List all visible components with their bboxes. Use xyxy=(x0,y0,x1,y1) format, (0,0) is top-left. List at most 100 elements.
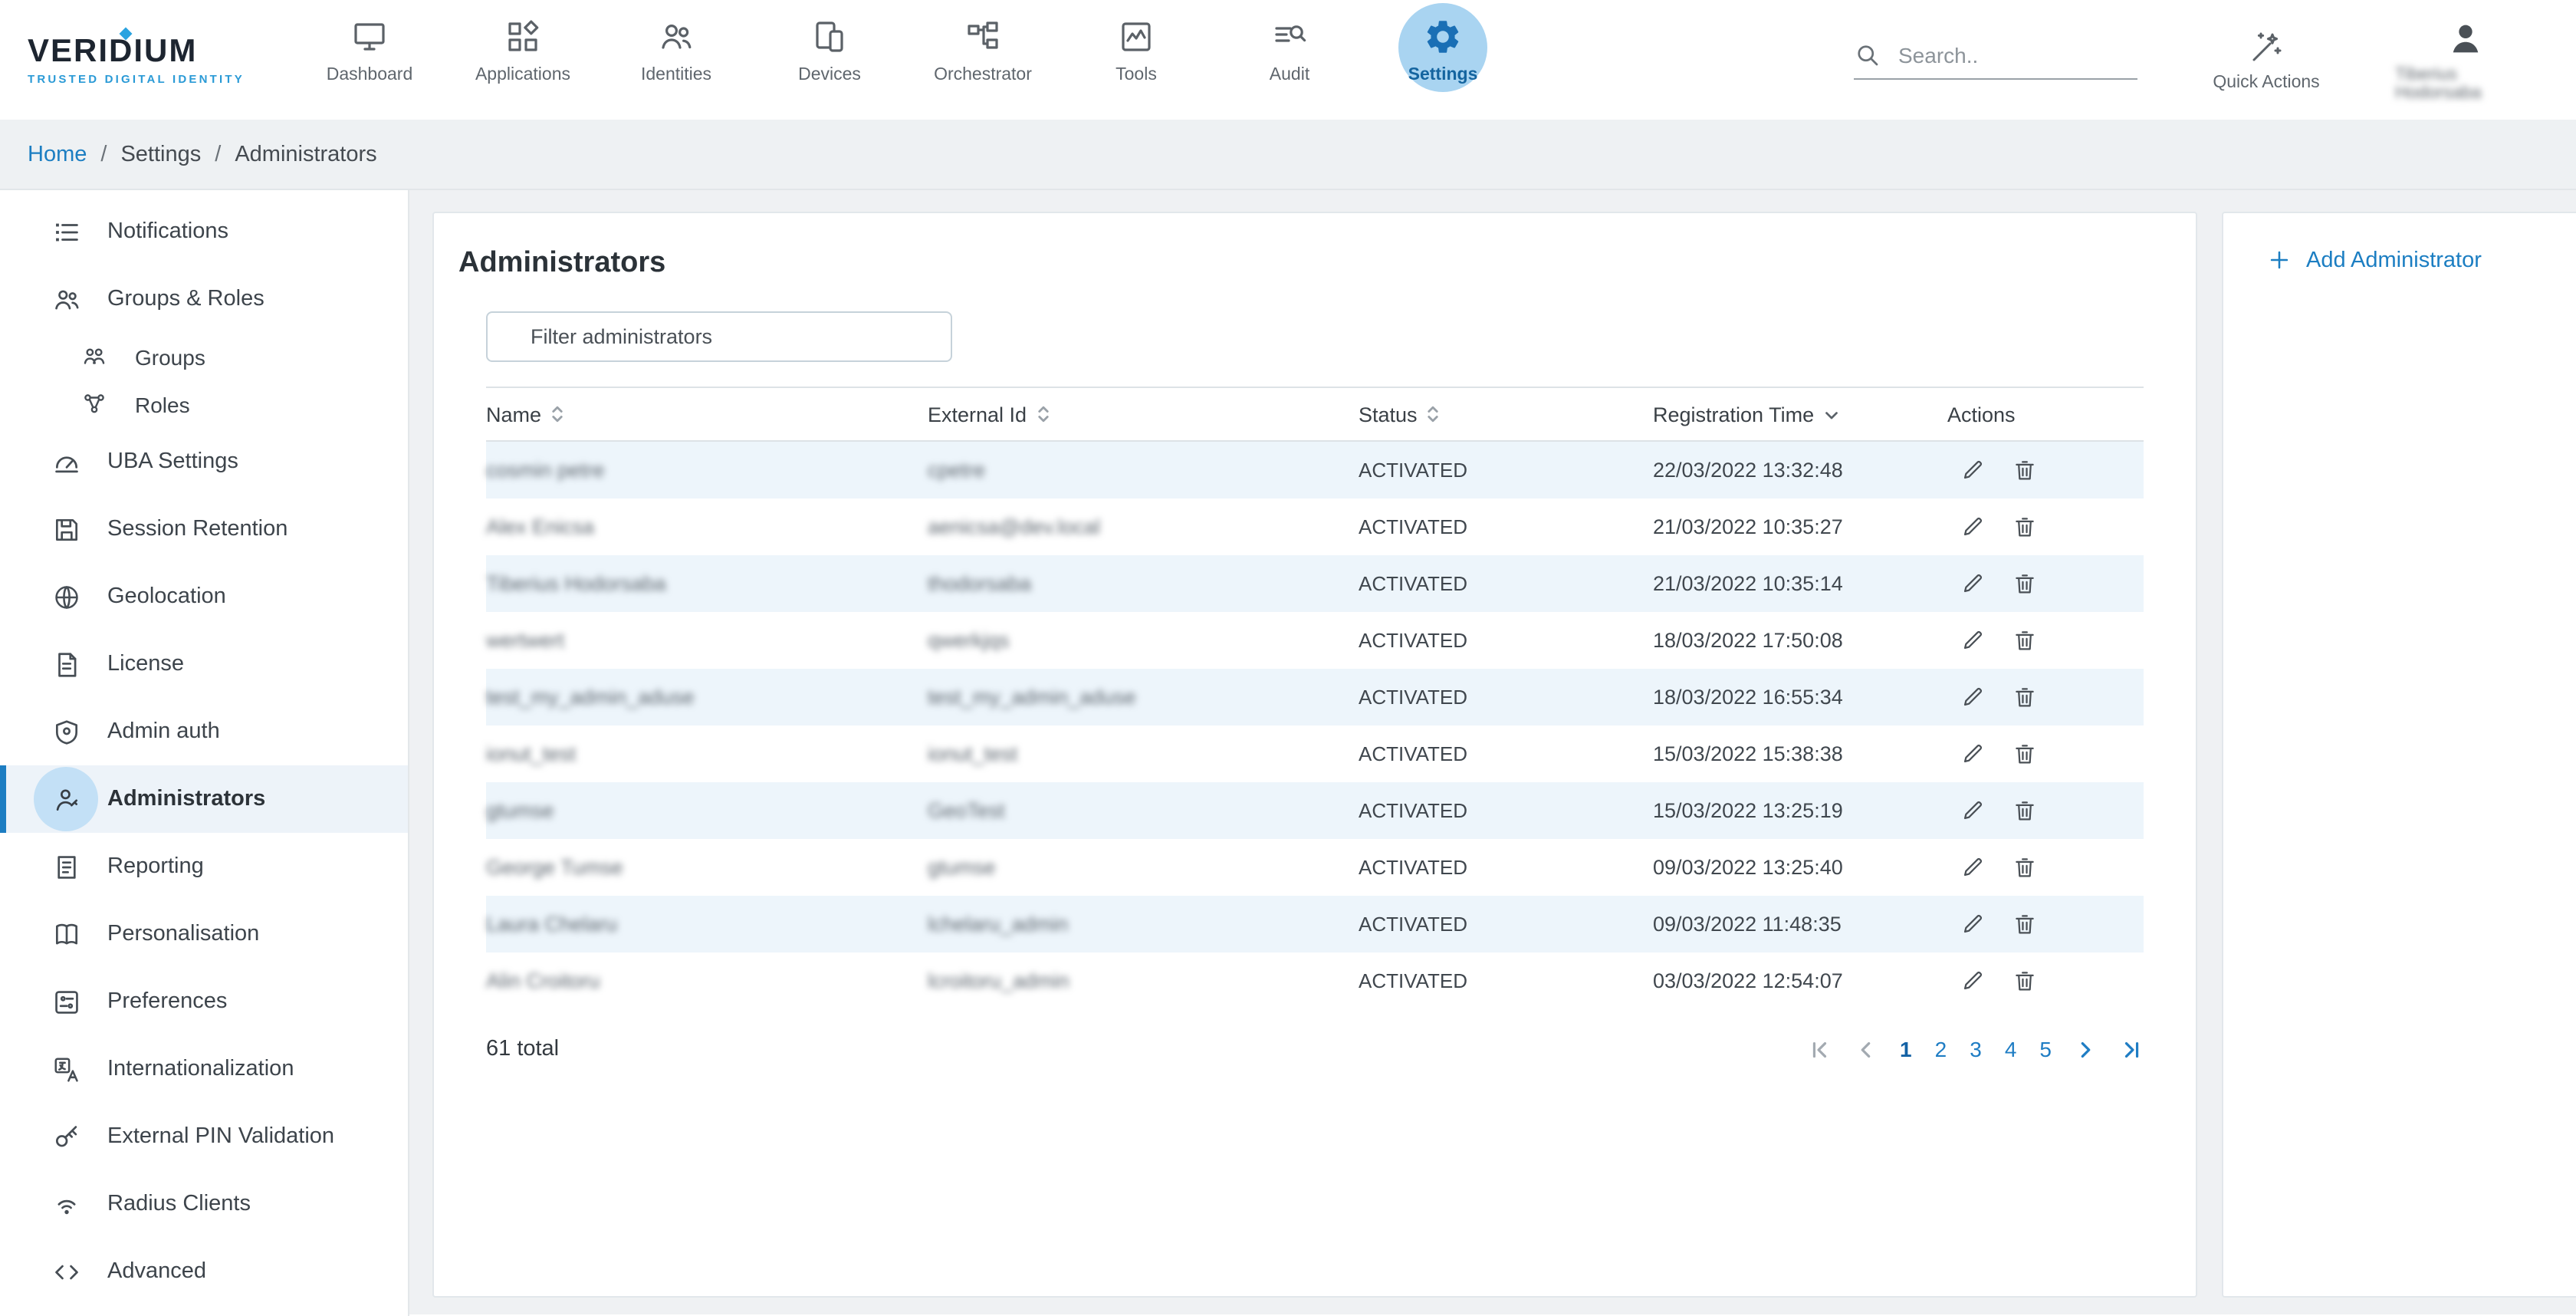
breadcrumb-separator: / xyxy=(100,142,107,166)
nav-item-applications[interactable]: Applications xyxy=(446,2,600,117)
table-row[interactable]: gtumse GeoTest ACTIVATED 15/03/2022 13:2… xyxy=(486,782,2144,839)
sidebar-item-license[interactable]: License xyxy=(0,630,408,698)
search-input[interactable] xyxy=(1895,41,2116,68)
sidebar-item-advanced[interactable]: Advanced xyxy=(0,1238,408,1305)
sidebar-label: Personalisation xyxy=(107,922,259,946)
external-pin-validation-icon xyxy=(49,1120,83,1153)
sidebar-item-internationalization[interactable]: Internationalization xyxy=(0,1035,408,1103)
table-row[interactable]: George Tumse gtumse ACTIVATED 09/03/2022… xyxy=(486,839,2144,896)
edit-button[interactable] xyxy=(1957,568,1987,599)
edit-button[interactable] xyxy=(1957,512,1987,542)
edit-button[interactable] xyxy=(1957,739,1987,769)
column-label: External Id xyxy=(928,403,1027,426)
table-row[interactable]: test_my_admin_aduse test_my_admin_aduse … xyxy=(486,669,2144,725)
delete-button[interactable] xyxy=(2009,852,2039,883)
veridium-logo: VERIDIUM TRUSTED DIGITAL IDENTITY xyxy=(28,34,258,86)
edit-button[interactable] xyxy=(1957,682,1987,712)
search[interactable] xyxy=(1854,41,2137,79)
cell-external-id: test_my_admin_aduse xyxy=(928,686,1359,709)
edit-button[interactable] xyxy=(1957,455,1987,485)
sidebar-item-preferences[interactable]: Preferences xyxy=(0,968,408,1035)
delete-button[interactable] xyxy=(2009,909,2039,939)
nav-item-audit[interactable]: Audit xyxy=(1213,2,1366,117)
pagination-last-button[interactable] xyxy=(2121,1038,2144,1061)
cell-registration-time: 21/03/2022 10:35:14 xyxy=(1653,572,1947,595)
quick-actions-button[interactable]: Quick Actions xyxy=(2196,28,2337,91)
administrators-panel: Administrators Name External Id xyxy=(432,212,2197,1298)
settings-sidebar: Notifications Groups & Roles Groups Role… xyxy=(0,190,409,1316)
user-avatar[interactable]: Tiberius Hodorsaba xyxy=(2395,18,2536,102)
column-header-external-id[interactable]: External Id xyxy=(928,403,1359,426)
cell-registration-time: 03/03/2022 12:54:07 xyxy=(1653,969,1947,992)
column-header-status[interactable]: Status xyxy=(1359,403,1653,426)
session-retention-icon xyxy=(49,512,83,546)
sidebar-item-radius-clients[interactable]: Radius Clients xyxy=(0,1170,408,1238)
table-row[interactable]: Tiberius Hodorsaba thodorsaba ACTIVATED … xyxy=(486,555,2144,612)
settings-gear-icon xyxy=(1423,16,1463,56)
pagination-page-3[interactable]: 3 xyxy=(1970,1037,1982,1061)
sidebar-item-personalisation[interactable]: Personalisation xyxy=(0,900,408,968)
nav-item-orchestrator[interactable]: Orchestrator xyxy=(906,2,1060,117)
edit-button[interactable] xyxy=(1957,625,1987,656)
breadcrumb-home[interactable]: Home xyxy=(28,142,87,166)
cell-actions xyxy=(1947,682,2144,712)
pagination-first-button[interactable] xyxy=(1808,1038,1831,1061)
delete-button[interactable] xyxy=(2009,795,2039,826)
table-row[interactable]: Alin Croitoru lcroitoru_admin ACTIVATED … xyxy=(486,952,2144,1009)
pagination-next-button[interactable] xyxy=(2075,1038,2098,1061)
delete-button[interactable] xyxy=(2009,568,2039,599)
table-row[interactable]: wertwert qwerkjqs ACTIVATED 18/03/2022 1… xyxy=(486,612,2144,669)
cell-name: gtumse xyxy=(486,799,928,822)
status-badge: ACTIVATED xyxy=(1359,913,1653,936)
column-header-actions: Actions xyxy=(1947,403,2144,426)
nav-item-tools[interactable]: Tools xyxy=(1060,2,1213,117)
column-header-name[interactable]: Name xyxy=(486,403,928,426)
pagination-prev-button[interactable] xyxy=(1854,1038,1877,1061)
delete-button[interactable] xyxy=(2009,739,2039,769)
roles-icon xyxy=(77,387,110,421)
table-row[interactable]: Laura Chelaru lchelaru_admin ACTIVATED 0… xyxy=(486,896,2144,952)
nav-item-identities[interactable]: Identities xyxy=(600,2,753,117)
sidebar-item-administrators[interactable]: Administrators xyxy=(0,765,408,833)
cell-registration-time: 22/03/2022 13:32:48 xyxy=(1653,459,1947,482)
brand-tagline: TRUSTED DIGITAL IDENTITY xyxy=(28,72,258,86)
sidebar-item-geolocation[interactable]: Geolocation xyxy=(0,563,408,630)
sidebar-item-uba-settings[interactable]: UBA Settings xyxy=(0,428,408,495)
pagination-page-4[interactable]: 4 xyxy=(2005,1037,2017,1061)
table-footer: 61 total 1 2 3 4 5 xyxy=(486,1037,2144,1061)
delete-button[interactable] xyxy=(2009,682,2039,712)
nav-item-devices[interactable]: Devices xyxy=(753,2,906,117)
breadcrumb-current: Administrators xyxy=(235,142,376,166)
sidebar-item-groups[interactable]: Groups xyxy=(0,333,408,380)
table-row[interactable]: cosmin petre cpetre ACTIVATED 22/03/2022… xyxy=(486,442,2144,498)
edit-button[interactable] xyxy=(1957,966,1987,996)
sidebar-item-reporting[interactable]: Reporting xyxy=(0,833,408,900)
sidebar-item-notifications[interactable]: Notifications xyxy=(0,198,408,265)
filter-administrators-input[interactable] xyxy=(486,311,952,362)
sidebar-item-groups-roles[interactable]: Groups & Roles xyxy=(0,265,408,333)
brand-name: VERIDIUM xyxy=(28,34,258,71)
pagination-page-2[interactable]: 2 xyxy=(1935,1037,1947,1061)
delete-button[interactable] xyxy=(2009,455,2039,485)
sidebar-item-roles[interactable]: Roles xyxy=(0,380,408,428)
table-row[interactable]: Alex Enicsa aenicsa@dev.local ACTIVATED … xyxy=(486,498,2144,555)
edit-button[interactable] xyxy=(1957,909,1987,939)
edit-button[interactable] xyxy=(1957,795,1987,826)
delete-button[interactable] xyxy=(2009,966,2039,996)
table-row[interactable]: ionut_test ionut_test ACTIVATED 15/03/20… xyxy=(486,725,2144,782)
breadcrumb-settings[interactable]: Settings xyxy=(120,142,201,166)
sidebar-item-external-pin-validation[interactable]: External PIN Validation xyxy=(0,1103,408,1170)
total-count: 61 total xyxy=(486,1037,559,1061)
delete-button[interactable] xyxy=(2009,625,2039,656)
nav-item-settings[interactable]: Settings xyxy=(1366,2,1520,117)
delete-button[interactable] xyxy=(2009,512,2039,542)
edit-button[interactable] xyxy=(1957,852,1987,883)
pagination-page-5[interactable]: 5 xyxy=(2039,1037,2052,1061)
column-label: Registration Time xyxy=(1653,403,1814,426)
add-administrator-button[interactable]: Add Administrator xyxy=(2266,247,2482,273)
nav-item-dashboard[interactable]: Dashboard xyxy=(293,2,446,117)
column-header-registration-time[interactable]: Registration Time xyxy=(1653,403,1947,426)
sidebar-item-session-retention[interactable]: Session Retention xyxy=(0,495,408,563)
sidebar-item-admin-auth[interactable]: Admin auth xyxy=(0,698,408,765)
pagination-page-1[interactable]: 1 xyxy=(1900,1037,1912,1061)
